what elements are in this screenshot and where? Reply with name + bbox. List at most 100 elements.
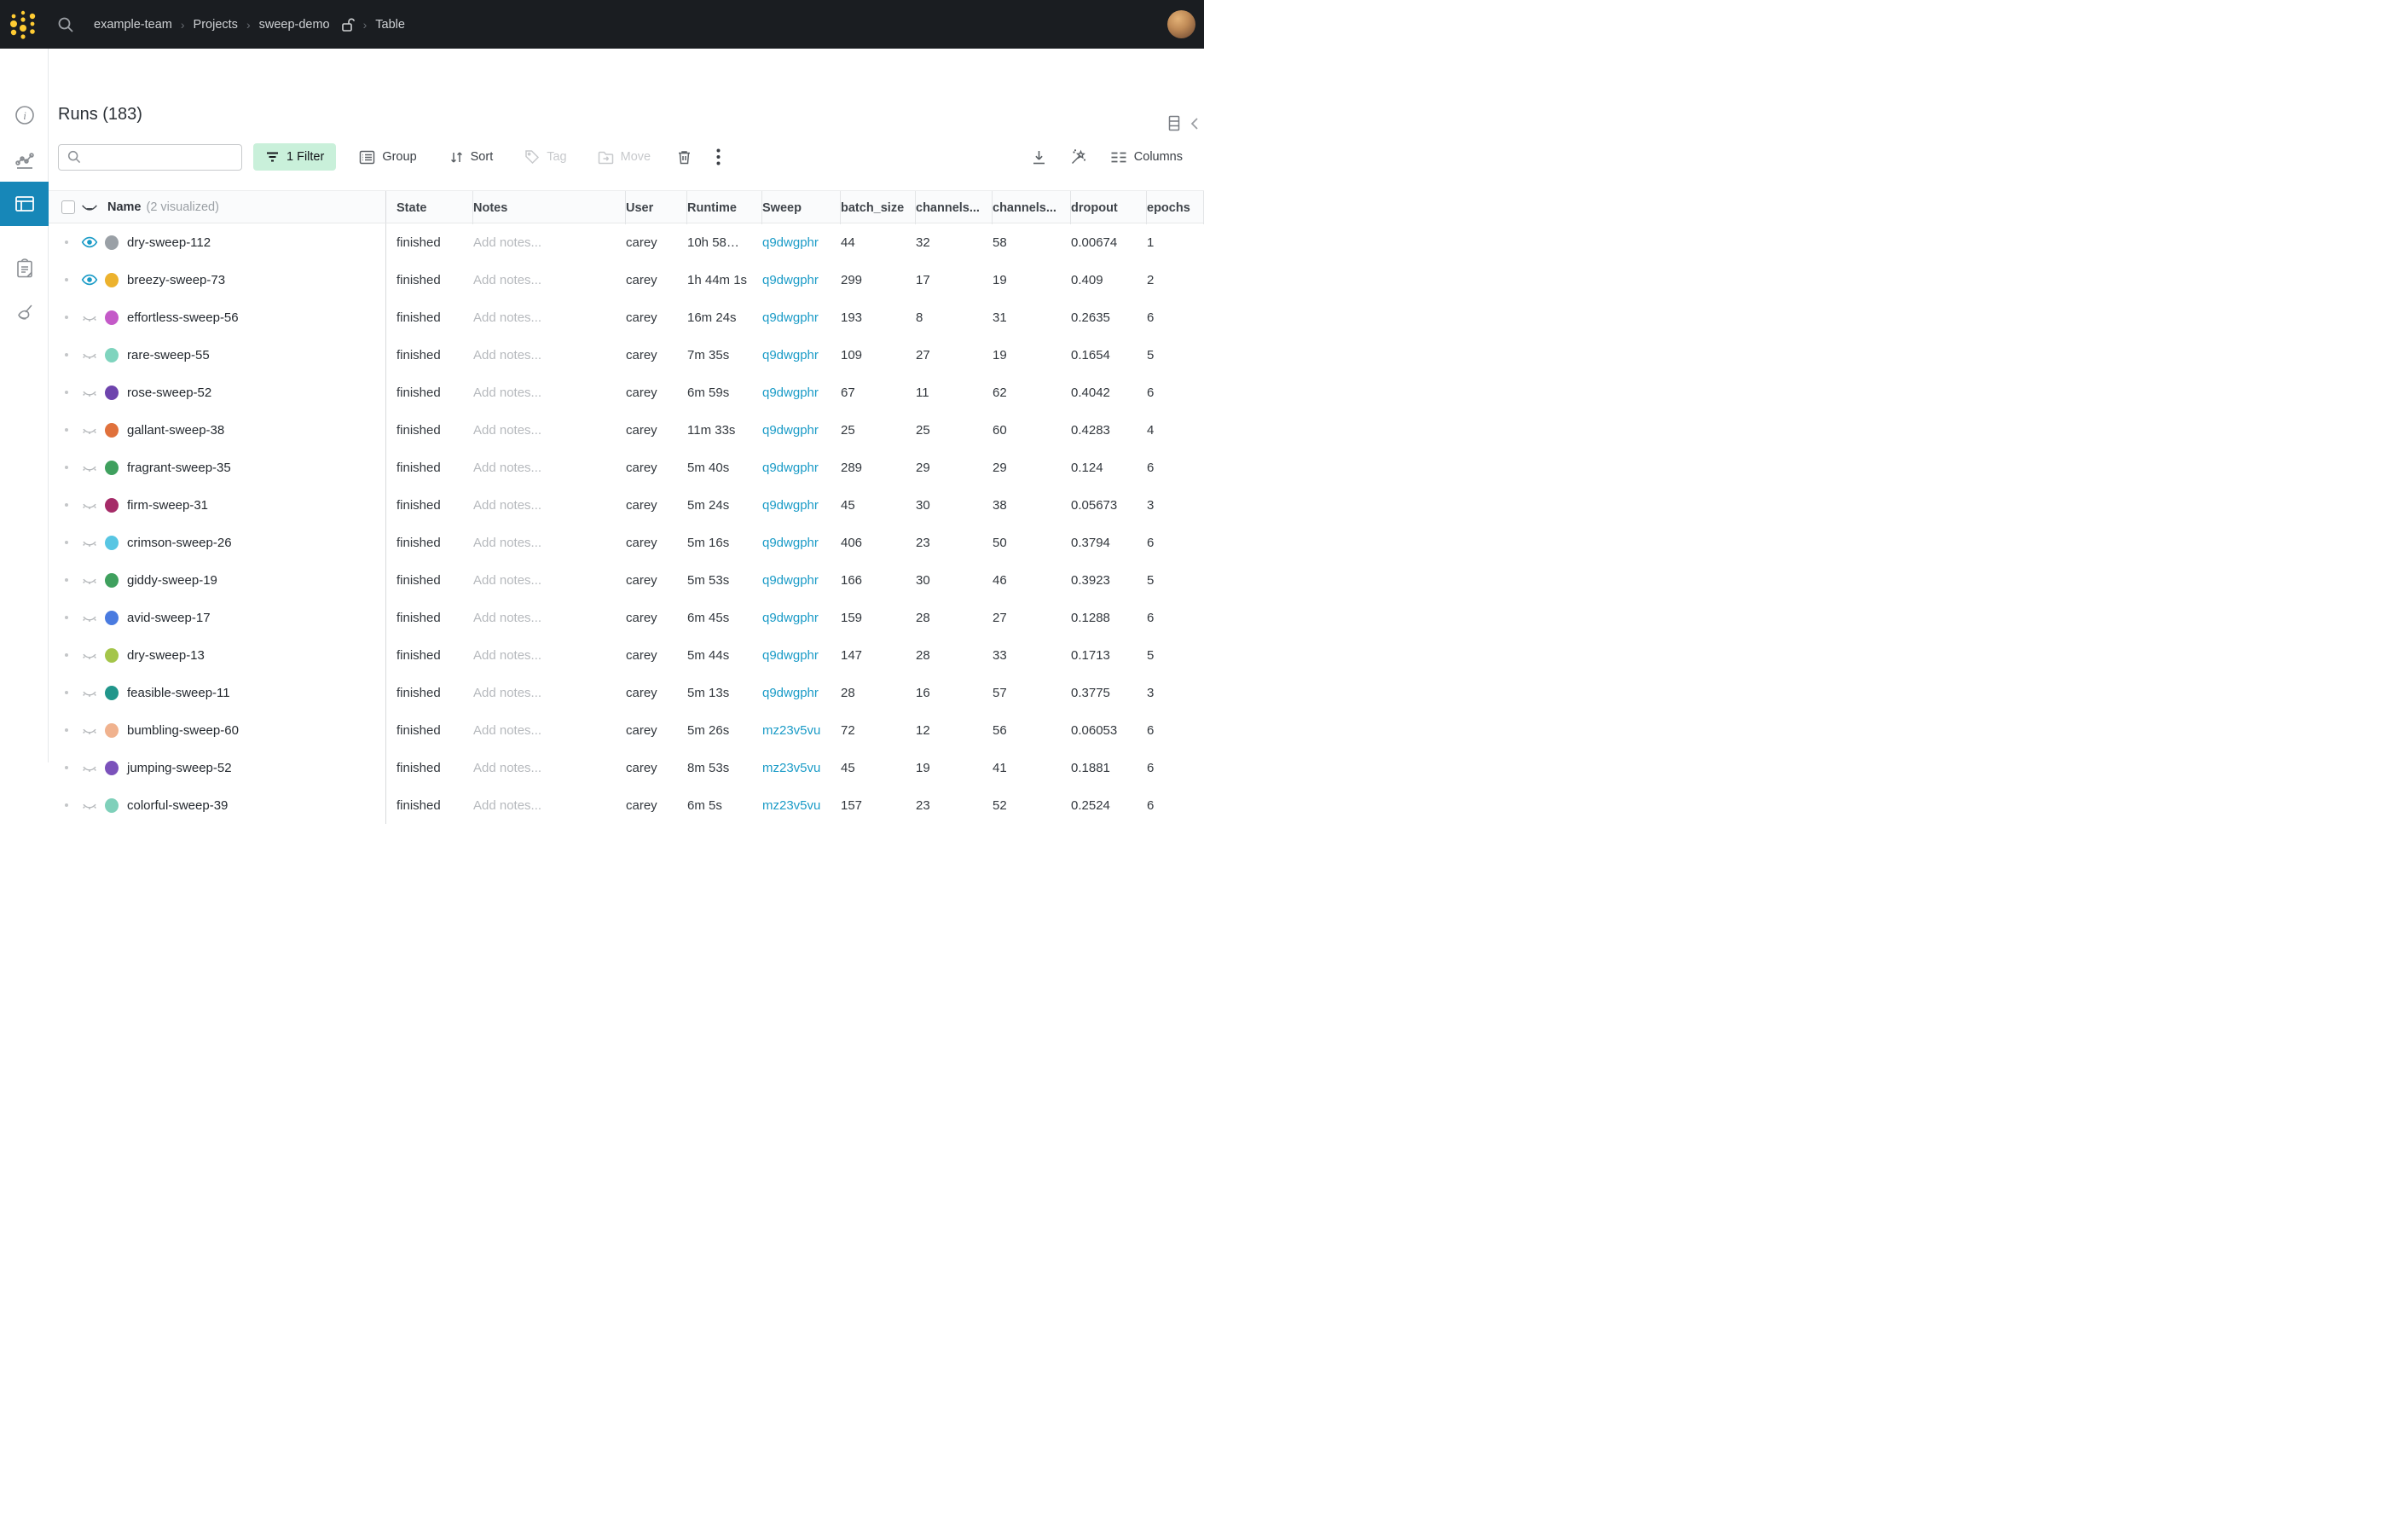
row-drag-handle[interactable]: [65, 391, 68, 394]
sweep-link[interactable]: q9dwgphr: [762, 686, 841, 700]
notes-cell[interactable]: Add notes...: [473, 573, 626, 588]
sweep-link[interactable]: q9dwgphr: [762, 273, 841, 287]
eye-hidden-icon[interactable]: [81, 309, 98, 326]
row-drag-handle[interactable]: [65, 241, 68, 244]
notes-cell[interactable]: Add notes...: [473, 273, 626, 287]
user-avatar[interactable]: [1167, 10, 1195, 38]
run-name-link[interactable]: firm-sweep-31: [127, 498, 208, 513]
magic-wand-icon[interactable]: [1070, 148, 1087, 165]
notes-cell[interactable]: Add notes...: [473, 423, 626, 438]
run-name-link[interactable]: effortless-sweep-56: [127, 310, 239, 325]
run-name-link[interactable]: breezy-sweep-73: [127, 273, 225, 287]
row-drag-handle[interactable]: [65, 653, 68, 657]
sweep-link[interactable]: q9dwgphr: [762, 498, 841, 513]
eye-hidden-icon[interactable]: [81, 684, 98, 701]
filter-button[interactable]: 1 Filter: [253, 143, 336, 171]
sweep-link[interactable]: q9dwgphr: [762, 423, 841, 438]
column-header-channels-1[interactable]: channels...: [916, 191, 993, 224]
sweep-link[interactable]: q9dwgphr: [762, 235, 841, 250]
select-all-checkbox[interactable]: [61, 200, 75, 214]
runs-search-input[interactable]: [58, 144, 242, 171]
row-drag-handle[interactable]: [65, 728, 68, 732]
sweep-link[interactable]: mz23v5vu: [762, 723, 841, 738]
eye-hidden-icon[interactable]: [81, 459, 98, 476]
column-header-runtime[interactable]: Runtime: [687, 191, 762, 224]
delete-button[interactable]: [677, 149, 692, 165]
eye-hidden-icon[interactable]: [81, 421, 98, 438]
download-icon[interactable]: [1031, 149, 1047, 165]
eye-visible-icon[interactable]: [81, 234, 98, 251]
sidebar-item-info[interactable]: i: [0, 93, 49, 137]
run-name-link[interactable]: gallant-sweep-38: [127, 423, 224, 438]
column-header-epochs[interactable]: epochs: [1147, 191, 1204, 224]
run-name-link[interactable]: dry-sweep-112: [127, 235, 211, 250]
run-name-link[interactable]: fragrant-sweep-35: [127, 461, 231, 475]
sidebar-item-sweeps[interactable]: [0, 291, 49, 335]
eye-hidden-icon[interactable]: [81, 534, 98, 551]
eye-hidden-icon[interactable]: [81, 797, 98, 814]
eye-hidden-icon[interactable]: [81, 346, 98, 363]
eye-hidden-icon[interactable]: [81, 647, 98, 664]
columns-button[interactable]: Columns: [1110, 150, 1183, 164]
notes-cell[interactable]: Add notes...: [473, 686, 626, 700]
row-drag-handle[interactable]: [65, 578, 68, 582]
row-drag-handle[interactable]: [65, 316, 68, 319]
row-drag-handle[interactable]: [65, 691, 68, 694]
group-button[interactable]: Group: [359, 150, 416, 165]
visualize-all-eye-icon[interactable]: [81, 199, 98, 216]
row-drag-handle[interactable]: [65, 616, 68, 619]
eye-hidden-icon[interactable]: [81, 759, 98, 776]
notes-cell[interactable]: Add notes...: [473, 761, 626, 775]
wandb-logo-icon[interactable]: [9, 8, 38, 42]
sweep-link[interactable]: q9dwgphr: [762, 648, 841, 663]
sweep-link[interactable]: q9dwgphr: [762, 386, 841, 400]
search-icon[interactable]: [56, 15, 75, 34]
column-header-state[interactable]: State: [397, 191, 473, 224]
eye-hidden-icon[interactable]: [81, 571, 98, 589]
sweep-link[interactable]: q9dwgphr: [762, 611, 841, 625]
run-name-link[interactable]: dry-sweep-13: [127, 648, 205, 663]
eye-hidden-icon[interactable]: [81, 609, 98, 626]
row-drag-handle[interactable]: [65, 803, 68, 807]
breadcrumb-page[interactable]: Table: [375, 18, 405, 32]
eye-visible-icon[interactable]: [81, 271, 98, 288]
breadcrumb-project[interactable]: sweep-demo: [259, 18, 330, 32]
row-drag-handle[interactable]: [65, 466, 68, 469]
collapse-chevron-icon[interactable]: [1190, 117, 1199, 130]
run-name-link[interactable]: jumping-sweep-52: [127, 761, 232, 775]
row-drag-handle[interactable]: [65, 766, 68, 769]
sidebar-item-table[interactable]: [0, 182, 49, 226]
notes-cell[interactable]: Add notes...: [473, 498, 626, 513]
sweep-link[interactable]: mz23v5vu: [762, 761, 841, 775]
run-name-link[interactable]: giddy-sweep-19: [127, 573, 217, 588]
notes-cell[interactable]: Add notes...: [473, 348, 626, 362]
sweep-link[interactable]: q9dwgphr: [762, 461, 841, 475]
sidebar-item-workspace[interactable]: [0, 138, 49, 183]
row-drag-handle[interactable]: [65, 428, 68, 432]
row-drag-handle[interactable]: [65, 541, 68, 544]
notes-cell[interactable]: Add notes...: [473, 648, 626, 663]
run-name-link[interactable]: bumbling-sweep-60: [127, 723, 239, 738]
breadcrumb-projects[interactable]: Projects: [194, 18, 238, 32]
run-name-link[interactable]: feasible-sweep-11: [127, 686, 230, 700]
sweep-link[interactable]: q9dwgphr: [762, 573, 841, 588]
eye-hidden-icon[interactable]: [81, 496, 98, 513]
run-name-link[interactable]: colorful-sweep-39: [127, 798, 228, 813]
panel-layout-icon[interactable]: [1168, 115, 1180, 131]
notes-cell[interactable]: Add notes...: [473, 310, 626, 325]
sweep-link[interactable]: q9dwgphr: [762, 310, 841, 325]
more-actions-button[interactable]: [716, 148, 721, 165]
sweep-link[interactable]: q9dwgphr: [762, 348, 841, 362]
row-drag-handle[interactable]: [65, 278, 68, 281]
notes-cell[interactable]: Add notes...: [473, 611, 626, 625]
column-header-channels-2[interactable]: channels...: [993, 191, 1071, 224]
row-drag-handle[interactable]: [65, 353, 68, 357]
run-name-link[interactable]: rare-sweep-55: [127, 348, 210, 362]
column-header-user[interactable]: User: [626, 191, 687, 224]
column-header-dropout[interactable]: dropout: [1071, 191, 1147, 224]
eye-hidden-icon[interactable]: [81, 384, 98, 401]
column-header-name[interactable]: Name: [107, 200, 142, 214]
column-header-sweep[interactable]: Sweep: [762, 191, 841, 224]
run-name-link[interactable]: rose-sweep-52: [127, 386, 211, 400]
eye-hidden-icon[interactable]: [81, 722, 98, 739]
